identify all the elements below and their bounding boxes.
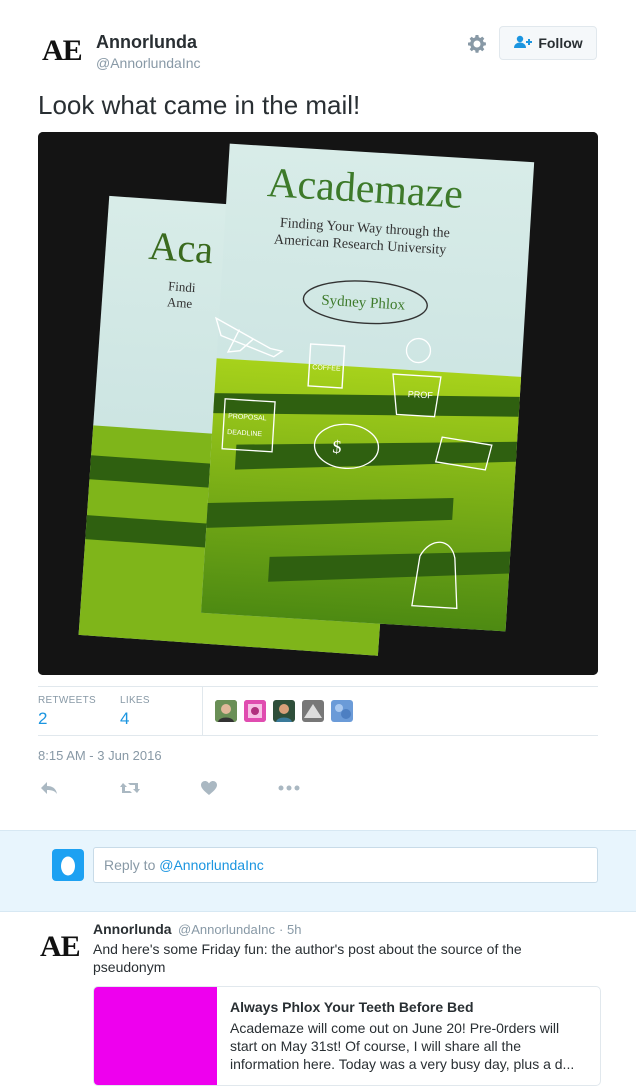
heart-icon[interactable] — [198, 779, 220, 797]
prof-label: PROF — [407, 389, 433, 401]
retweets-label: RETWEETS — [38, 695, 96, 706]
author-avatar[interactable]: AE — [42, 34, 83, 68]
back-book-title: Aca — [147, 223, 215, 272]
reply-author-name[interactable]: Annorlunda — [93, 921, 172, 937]
link-card[interactable]: Always Phlox Your Teeth Before Bed Acade… — [93, 986, 601, 1086]
more-icon[interactable] — [278, 779, 300, 797]
reply-mention: @AnnorlundaInc — [159, 857, 264, 873]
reply-input[interactable]: Reply to @AnnorlundaInc — [93, 847, 598, 883]
follow-button[interactable]: Follow — [499, 26, 597, 60]
reply-prefix: Reply to — [104, 857, 160, 873]
retweets-count[interactable]: 2 — [38, 709, 47, 729]
tweet-text: Look what came in the mail! — [38, 90, 361, 120]
tweet-stats: RETWEETS 2 LIKES 4 — [38, 686, 598, 736]
dollar-sign: $ — [332, 437, 342, 458]
liker-avatar[interactable] — [331, 700, 353, 722]
author-handle[interactable]: @AnnorlundaInc — [96, 55, 201, 71]
liker-avatar[interactable] — [244, 700, 266, 722]
liker-avatar[interactable] — [302, 700, 324, 722]
tweet-photo[interactable]: Aca Findi Ame Academaze Finding Your Way… — [38, 132, 598, 675]
likes-count[interactable]: 4 — [120, 709, 129, 729]
back-book-sub-1: Findi — [168, 278, 197, 295]
reply-author-handle[interactable]: @AnnorlundaInc — [178, 922, 275, 937]
reply-icon[interactable] — [38, 779, 60, 797]
author-name[interactable]: Annorlunda — [96, 32, 197, 53]
user-avatar-egg — [52, 849, 84, 881]
card-description: Academaze will come out on June 20! Pre-… — [230, 1020, 575, 1072]
card-image — [94, 987, 217, 1085]
follow-label: Follow — [538, 35, 583, 51]
liker-avatar[interactable] — [215, 700, 237, 722]
back-book-sub-2: Ame — [167, 294, 193, 311]
liker-avatar[interactable] — [273, 700, 295, 722]
reply-time[interactable]: 5h — [287, 922, 301, 937]
retweet-icon[interactable] — [119, 779, 141, 797]
reply-author-avatar[interactable]: AE — [40, 930, 81, 964]
gear-icon[interactable] — [466, 33, 488, 55]
likes-label: LIKES — [120, 695, 150, 706]
stats-divider — [202, 687, 203, 735]
reply-composer: Reply to @AnnorlundaInc — [0, 830, 636, 912]
add-user-icon — [513, 35, 533, 52]
reply-separator: · — [279, 922, 284, 937]
reply-tweet-text: And here's some Friday fun: the author's… — [93, 941, 522, 975]
tweet-timestamp[interactable]: 8:15 AM - 3 Jun 2016 — [38, 748, 162, 763]
card-title: Always Phlox Your Teeth Before Bed — [230, 999, 474, 1015]
